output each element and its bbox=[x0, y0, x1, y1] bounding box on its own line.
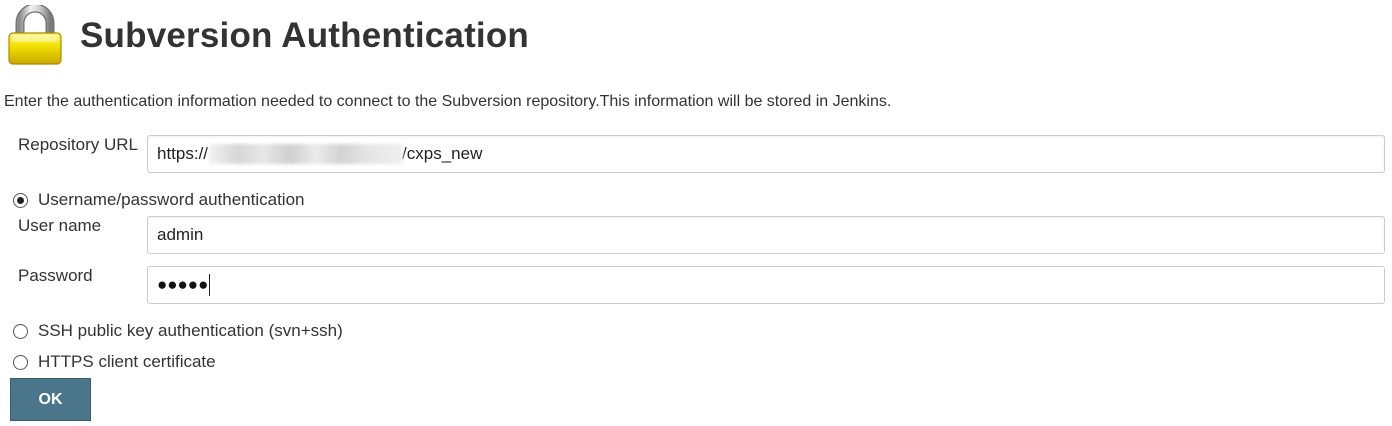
auth-option-label: SSH public key authentication (svn+ssh) bbox=[38, 321, 343, 340]
password-field[interactable]: ●●●●● bbox=[147, 266, 1385, 304]
radio-username-password[interactable] bbox=[13, 192, 28, 208]
page-header: Subversion Authentication bbox=[6, 4, 529, 68]
radio-https-cert[interactable] bbox=[13, 354, 28, 370]
username-label: User name bbox=[18, 216, 102, 235]
password-label: Password bbox=[18, 266, 93, 285]
repository-url-input[interactable]: https:// /cxps_new bbox=[147, 135, 1385, 173]
text-caret bbox=[209, 274, 211, 296]
auth-option-username-password[interactable]: Username/password authentication bbox=[13, 190, 304, 210]
ok-button[interactable]: OK bbox=[10, 378, 91, 421]
repository-url-prefix: https:// bbox=[157, 144, 209, 163]
auth-option-label: HTTPS client certificate bbox=[38, 352, 216, 371]
password-masked-value: ●●●●● bbox=[157, 275, 209, 294]
repository-url-field[interactable]: https:// /cxps_new bbox=[147, 135, 1385, 173]
page-title: Subversion Authentication bbox=[80, 16, 530, 55]
repository-url-label: Repository URL bbox=[18, 135, 138, 154]
auth-option-ssh-key[interactable]: SSH public key authentication (svn+ssh) bbox=[13, 321, 343, 341]
username-input[interactable] bbox=[147, 216, 1385, 254]
repository-url-suffix: /cxps_new bbox=[402, 144, 483, 163]
password-input[interactable]: ●●●●● bbox=[147, 266, 1385, 304]
padlock-icon bbox=[8, 5, 62, 65]
auth-option-https-cert[interactable]: HTTPS client certificate bbox=[13, 352, 216, 372]
intro-text: Enter the authentication information nee… bbox=[4, 93, 892, 110]
auth-option-label: Username/password authentication bbox=[38, 190, 305, 209]
svn-auth-page: Subversion Authentication Enter the auth… bbox=[0, 0, 1392, 426]
radio-ssh-key[interactable] bbox=[13, 323, 28, 339]
